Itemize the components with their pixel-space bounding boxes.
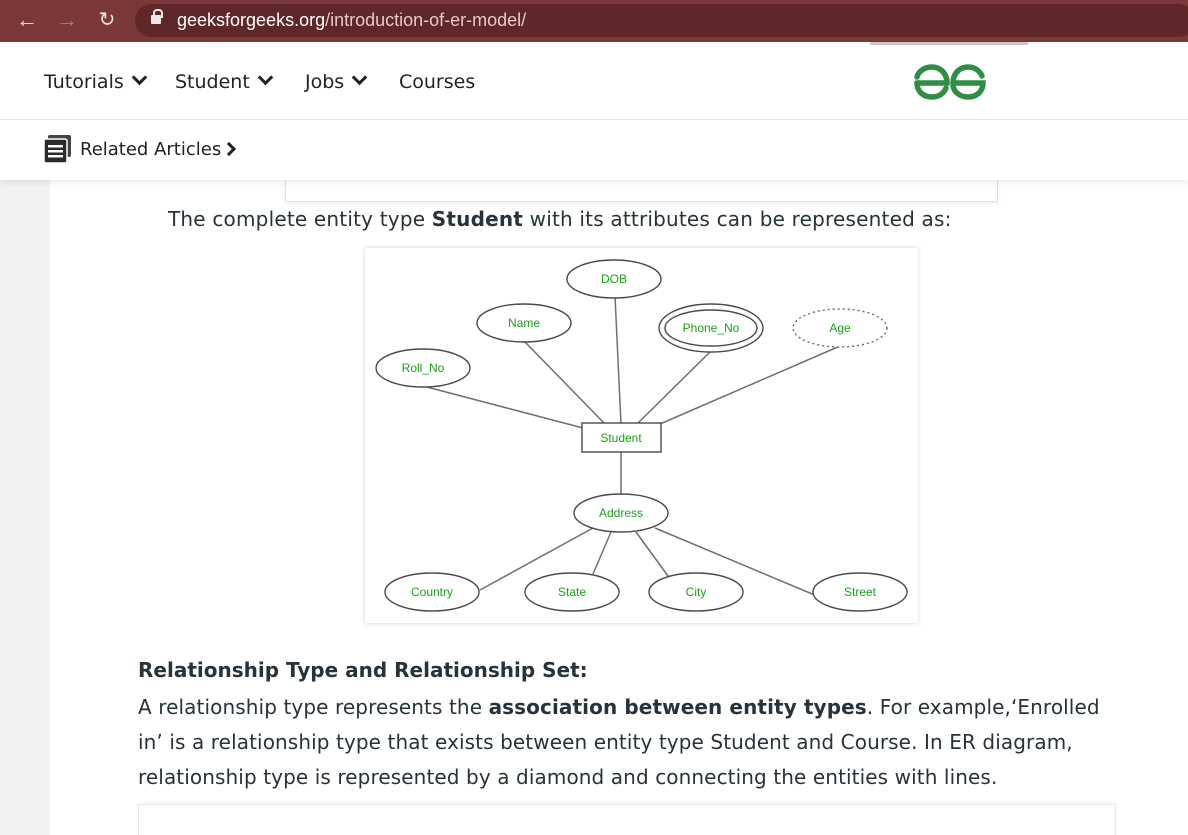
attr-name-label: Name	[508, 316, 540, 330]
arrow-right-icon[interactable]: →	[52, 6, 82, 34]
gfg-logo-icon[interactable]	[914, 62, 986, 102]
browser-toolbar: ← → ↻ geeksforgeeks.org/introduction-of-…	[0, 0, 1188, 42]
entity-student-label: Student	[600, 431, 642, 445]
nav-item-label: Tutorials	[44, 71, 124, 93]
er-diagram: DOB Name Phone_No Age Roll_No Student Ad…	[375, 259, 908, 612]
related-articles-bar[interactable]: Related Articles	[0, 120, 1188, 180]
chevron-down-icon	[351, 69, 368, 86]
url-text[interactable]: geeksforgeeks.org/introduction-of-er-mod…	[177, 10, 526, 31]
document-list-icon	[44, 135, 71, 163]
attr-dob-label: DOB	[601, 272, 627, 286]
chevron-right-icon[interactable]	[221, 141, 237, 157]
relationship-paragraph: A relationship type represents the assoc…	[138, 690, 1128, 795]
lock-icon[interactable]	[151, 9, 163, 26]
chevron-down-icon	[257, 69, 274, 86]
next-figure-frame	[138, 804, 1116, 835]
site-nav: Tutorials Student Jobs Courses	[0, 42, 1188, 120]
intro-paragraph: The complete entity type Student with it…	[168, 207, 952, 231]
nav-item-tutorials[interactable]: Tutorials	[44, 69, 148, 93]
attr-country-label: Country	[411, 585, 453, 599]
attr-phone-label: Phone_No	[683, 321, 740, 335]
para-bold-text: association between entity types	[488, 695, 867, 719]
attr-age-label: Age	[829, 321, 851, 335]
url-path: /introduction-of-er-model/	[325, 10, 527, 30]
para-text: A relationship type represents the	[138, 695, 489, 719]
related-articles-label: Related Articles	[80, 139, 222, 160]
section-heading: Relationship Type and Relationship Set:	[138, 658, 588, 682]
intro-bold-text: Student	[431, 207, 524, 231]
address-bar[interactable]: geeksforgeeks.org/introduction-of-er-mod…	[135, 4, 1188, 37]
nav-item-student[interactable]: Student	[175, 69, 274, 93]
attr-street-label: Street	[844, 585, 877, 599]
nav-item-courses[interactable]: Courses	[399, 71, 475, 93]
divider	[870, 42, 1028, 45]
reload-icon[interactable]: ↻	[92, 6, 122, 34]
intro-text: The complete entity type	[168, 207, 432, 231]
url-domain: geeksforgeeks.org	[177, 10, 326, 30]
chevron-down-icon	[131, 69, 148, 86]
er-diagram-figure: DOB Name Phone_No Age Roll_No Student Ad…	[365, 248, 918, 623]
attr-roll-label: Roll_No	[402, 361, 445, 375]
attr-address-label: Address	[599, 506, 643, 520]
arrow-left-icon[interactable]: ←	[12, 6, 42, 34]
attr-city-label: City	[686, 585, 707, 599]
intro-text-end: with its attributes can be represented a…	[523, 207, 952, 231]
nav-item-label: Student	[175, 71, 250, 93]
nav-item-label: Jobs	[305, 71, 345, 93]
nav-item-label: Courses	[399, 71, 476, 93]
attr-state-label: State	[558, 585, 586, 599]
previous-figure-frame	[285, 180, 998, 202]
nav-item-jobs[interactable]: Jobs	[305, 69, 368, 93]
